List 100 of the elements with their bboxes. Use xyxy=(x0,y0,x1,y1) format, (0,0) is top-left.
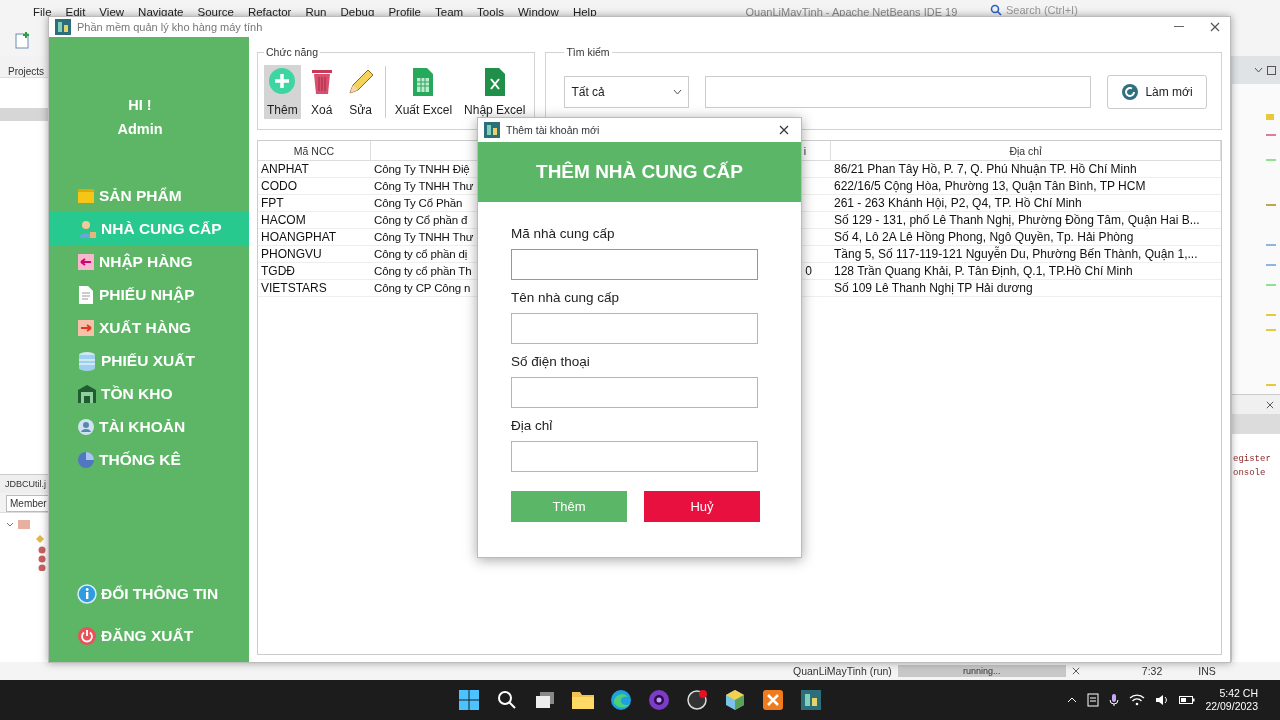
table-cell: Công Ty Cổ Phần xyxy=(374,197,463,209)
field-label: Mã nhà cung cấp xyxy=(511,226,616,241)
column-header[interactable]: Mã NCC xyxy=(258,141,371,160)
user-icon xyxy=(77,417,95,436)
toolbar-button[interactable]: Sửa xyxy=(342,64,379,119)
insert-mode: INS xyxy=(1198,665,1216,677)
task-view-icon xyxy=(534,690,556,710)
arrow-left-icon xyxy=(77,252,95,271)
speaker-icon xyxy=(1155,694,1170,706)
member-tree-drawing xyxy=(6,519,46,571)
warehouse-icon xyxy=(77,383,97,404)
spreadsheet-icon xyxy=(412,66,435,97)
menu-item[interactable]: Refactor xyxy=(240,6,299,18)
menu-item[interactable]: Profile xyxy=(381,6,428,18)
plus-icon xyxy=(268,66,297,95)
members-dropdown[interactable]: Member xyxy=(6,495,48,512)
menu-item[interactable]: Navigate xyxy=(131,6,191,18)
chevron-up-icon xyxy=(1067,697,1078,703)
table-cell-text: HOANGPHAT xyxy=(260,229,338,245)
table-cell-text: 128 Trần Quang Khải, P. Tân Định, Q.1, TP.Hồ Chí Minh xyxy=(833,263,1134,279)
toolbar-button[interactable]: Thêm xyxy=(264,64,301,119)
taskbar-button[interactable] xyxy=(608,687,634,713)
toolbar-button[interactable]: Nhập Excel xyxy=(461,64,529,119)
new-file-icon xyxy=(14,31,32,49)
progress-text: running... xyxy=(963,666,1001,676)
table-cell-text: 86/21 Phan Tây Hồ, P. 7, Q. Phú Nhuận TP. Hồ Chí Minh xyxy=(833,161,1138,177)
table-cell: Công ty CP Công n xyxy=(374,282,471,294)
close-icon xyxy=(1266,400,1274,409)
record-icon xyxy=(686,689,708,711)
keyboard-icon xyxy=(1087,693,1100,707)
menu-item[interactable]: Source xyxy=(190,6,241,18)
table-cell-text: Tầng 5, Số 117-119-121 Nguyễn Du, Phường Bến Thành, Quận 1,... xyxy=(833,246,1199,262)
table-cell-text: TGDĐ xyxy=(260,263,296,279)
table-cell-text: PHONGVU xyxy=(260,246,323,262)
clock-date: 22/09/2023 xyxy=(1205,700,1258,713)
input-field[interactable] xyxy=(511,249,758,280)
app-icon xyxy=(800,689,822,711)
taskbar-button[interactable] xyxy=(798,687,824,713)
menu-item[interactable]: Help xyxy=(565,6,604,18)
group-title: Chức năng xyxy=(265,46,319,58)
table-cell-text: CODO xyxy=(260,178,298,194)
close-icon xyxy=(1071,667,1080,675)
window-title: Phần mềm quản lý kho hàng máy tính xyxy=(77,21,263,33)
input-field[interactable] xyxy=(511,441,758,472)
windows-logo-icon xyxy=(458,689,480,711)
info-icon xyxy=(77,583,97,604)
table-cell-text: Số 109 Lê Thanh Nghị TP Hải dương xyxy=(833,280,1034,296)
close-icon xyxy=(779,125,789,135)
toolbar-button[interactable]: Xoá xyxy=(306,64,337,119)
file-tab[interactable]: JDBCUtil.j xyxy=(0,474,48,493)
excel-file-icon xyxy=(483,66,506,97)
taskbar-button[interactable] xyxy=(760,687,786,713)
column-header[interactable]: i xyxy=(803,144,806,157)
field-label: Số điện thoại xyxy=(511,354,591,369)
taskbar-button[interactable] xyxy=(456,687,482,713)
table-cell: Công ty cổ phần dị xyxy=(374,248,468,260)
menu-item[interactable]: Window xyxy=(510,6,566,18)
cursor-position: 7:32 xyxy=(1141,665,1163,677)
user-name: Admin xyxy=(117,121,163,137)
menu-item[interactable]: Tools xyxy=(470,6,511,18)
chevron-down-icon xyxy=(1254,67,1263,73)
table-cell-text: HACOM xyxy=(260,212,307,228)
menu-item[interactable]: View xyxy=(92,6,132,18)
search-icon xyxy=(990,4,1002,16)
menu-item[interactable]: Run xyxy=(298,6,334,18)
microphone-icon xyxy=(1109,693,1120,707)
disc-icon xyxy=(648,689,670,711)
menu-item[interactable]: Edit xyxy=(58,6,93,18)
table-cell: Công ty Cổ phần đ xyxy=(374,214,468,226)
menu-item[interactable]: File xyxy=(26,6,59,18)
table-cell-text: Số 129 - 131, phố Lê Thanh Nghị, Phường Đồng Tâm, Quận Hai B... xyxy=(833,212,1201,228)
filter-dropdown[interactable]: Tất cả xyxy=(564,75,690,108)
hexagon-icon xyxy=(724,689,746,711)
table-cell-text: 622/16/5 Cộng Hòa, Phường 13, Quận Tân Bình, TP HCM xyxy=(833,178,1147,194)
table-cell-text: 0 xyxy=(804,263,813,279)
app-icon xyxy=(484,122,500,138)
column-header[interactable]: Địa chỉ xyxy=(831,141,1221,160)
output-text: onsole xyxy=(1233,468,1266,478)
cancel-button[interactable]: Huỷ xyxy=(644,491,760,522)
toolbar-button[interactable]: Xuất Excel xyxy=(391,64,456,119)
power-icon xyxy=(77,625,97,646)
browser-icon xyxy=(610,689,632,711)
refresh-button[interactable]: Làm mới xyxy=(1107,74,1207,109)
input-field[interactable] xyxy=(511,313,758,344)
table-cell: Công Ty TNHH Thư xyxy=(374,180,474,192)
folder-icon xyxy=(571,690,595,710)
document-icon xyxy=(77,284,95,305)
taskbar-button[interactable] xyxy=(684,687,710,713)
table-cell: Công Ty TNHH Thư xyxy=(374,231,474,243)
arrow-right-icon xyxy=(77,318,95,337)
taskbar-button[interactable] xyxy=(646,687,672,713)
menu-item[interactable]: Team xyxy=(428,6,471,18)
field-label: Địa chỉ xyxy=(511,418,554,433)
search-field[interactable] xyxy=(705,75,1091,108)
field-label: Tên nhà cung cấp xyxy=(511,290,621,305)
close-icon xyxy=(1210,22,1220,32)
run-status: QuanLiMayTinh (run) xyxy=(793,665,892,677)
panel-tab[interactable]: Projects xyxy=(0,56,48,77)
input-field[interactable] xyxy=(511,377,758,408)
table-cell: Công Ty TNHH Điệ xyxy=(374,163,470,175)
